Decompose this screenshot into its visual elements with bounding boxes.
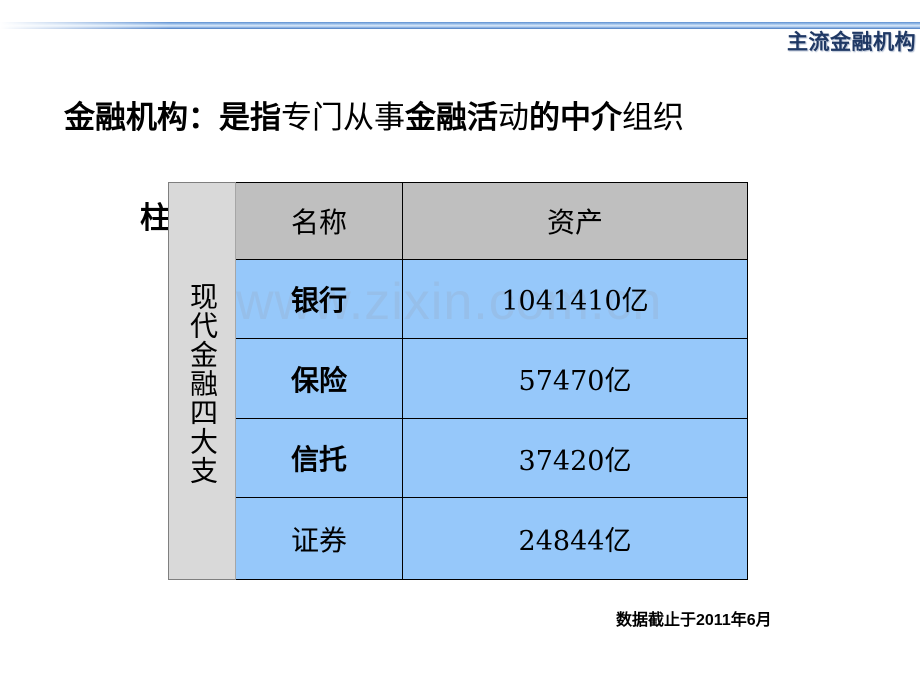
header-divider-fade bbox=[0, 22, 170, 29]
table-cell-name-text: 证券 bbox=[290, 523, 347, 557]
table-cell-asset: 37420亿 bbox=[403, 418, 747, 498]
table-row: 银行 1041410亿 bbox=[236, 258, 747, 339]
definition-statement: 金融机构：是指专门从事金融活动的中介组织 bbox=[64, 99, 684, 138]
statement-segment-2: 金融活 bbox=[405, 100, 498, 135]
table-vertical-label: 现代金融四大支 bbox=[168, 182, 236, 580]
table-header-label-asset: 资产 bbox=[546, 205, 603, 239]
table-row: 保险 57470亿 bbox=[236, 338, 747, 418]
financial-institutions-table: 现代金融四大支 名称 资产 银行 1041410亿 保险 57470亿 信托 3… bbox=[168, 182, 748, 580]
table-cell-name: 信托 bbox=[236, 418, 403, 498]
table-cell-asset-text: 37420亿 bbox=[518, 445, 632, 477]
table-header-row: 名称 资产 bbox=[236, 183, 747, 259]
table-vertical-label-text: 现代金融四大支 bbox=[185, 281, 219, 485]
statement-segment-1: 专门从事 bbox=[281, 100, 405, 136]
statement-segment-4: 的中介 bbox=[529, 100, 622, 135]
table-cell-asset: 1041410亿 bbox=[403, 259, 747, 339]
table-cell-name-text: 银行 bbox=[290, 284, 347, 316]
statement-segment-0: 金融机构：是指 bbox=[64, 100, 281, 135]
slide-header-title: 主流金融机构 bbox=[787, 31, 916, 54]
stray-character: 柱 bbox=[140, 202, 170, 235]
table-cell-asset-text: 1041410亿 bbox=[501, 286, 649, 318]
table-header-cell-name: 名称 bbox=[236, 183, 403, 259]
table-cell-name: 银行 bbox=[236, 259, 403, 339]
table-cell-asset-text: 24844亿 bbox=[518, 526, 632, 558]
table-cell-name-text: 信托 bbox=[290, 444, 347, 476]
statement-segment-3: 动 bbox=[498, 100, 529, 136]
table-cell-asset: 57470亿 bbox=[403, 339, 747, 418]
table-header-cell-asset: 资产 bbox=[403, 183, 747, 259]
table-cell-name: 证券 bbox=[236, 498, 403, 579]
table-grid: 名称 资产 银行 1041410亿 保险 57470亿 信托 37420亿 证券… bbox=[236, 182, 748, 580]
slide-canvas: 主流金融机构 金融机构：是指专门从事金融活动的中介组织 柱 现代金融四大支 名称… bbox=[0, 0, 920, 690]
table-cell-asset: 24844亿 bbox=[403, 498, 747, 579]
statement-segment-5: 组织 bbox=[622, 100, 684, 136]
table-row: 证券 24844亿 bbox=[236, 497, 747, 579]
table-cell-asset-text: 57470亿 bbox=[518, 366, 632, 397]
table-row: 信托 37420亿 bbox=[236, 417, 747, 498]
table-header-label-name: 名称 bbox=[290, 205, 347, 239]
table-cell-name: 保险 bbox=[236, 339, 403, 418]
data-cutoff-footnote: 数据截止于2011年6月 bbox=[616, 612, 772, 629]
table-cell-name-text: 保险 bbox=[290, 364, 347, 396]
